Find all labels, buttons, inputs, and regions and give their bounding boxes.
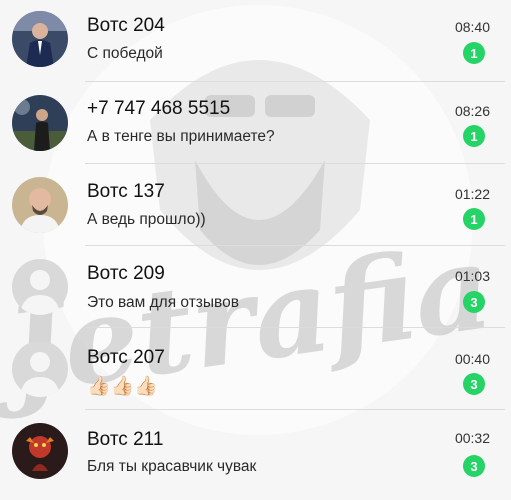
chat-time: 00:40 [454,351,490,367]
default-user-avatar[interactable] [12,259,68,315]
chat-preview: 👍🏻👍🏻👍🏻 [87,376,158,397]
unread-badge: 3 [463,373,485,395]
chat-preview: А в тенге вы принимаете? [87,128,275,145]
chat-preview: Это вам для отзывов [87,294,239,311]
red-character-avatar[interactable] [12,423,68,479]
chat-item[interactable]: Вотс 204 С победой 08:40 1 [0,0,505,82]
man-outdoors-avatar[interactable] [12,95,68,151]
chat-name: Вотс 211 [87,429,164,450]
chat-preview: Бля ты красавчик чувак [87,458,257,475]
chat-preview: С победой [87,45,163,62]
chat-name: Вотс 204 [87,15,165,36]
unread-badge: 1 [463,42,485,64]
chat-time: 01:22 [454,186,490,202]
bald-man-avatar[interactable] [12,177,68,233]
chat-time: 08:40 [454,19,490,35]
chat-time: 01:03 [454,268,490,284]
man-in-suit-avatar[interactable] [12,11,68,67]
chat-item[interactable]: Вотс 209 Это вам для отзывов 01:03 3 [0,246,505,328]
unread-badge: 3 [463,455,485,477]
chat-name: Вотс 209 [87,263,165,284]
chat-item[interactable]: Вотс 211 Бля ты красавчик чувак 00:32 3 [0,410,505,492]
chat-item[interactable]: Вотс 207 👍🏻👍🏻👍🏻 00:40 3 [0,328,505,410]
chat-name: Вотс 137 [87,181,165,202]
chat-item[interactable]: Вотс 137 А ведь прошло)) 01:22 1 [0,164,505,246]
chat-list: Вотс 204 С победой 08:40 1 +7 747 468 55… [0,0,511,500]
default-user-avatar[interactable] [12,341,68,397]
unread-badge: 1 [463,208,485,230]
unread-badge: 1 [463,125,485,147]
chat-preview: А ведь прошло)) [87,211,206,228]
chat-item[interactable]: +7 747 468 5515 А в тенге вы принимаете?… [0,82,505,164]
chat-time: 08:26 [454,103,490,119]
chat-name: Вотс 207 [87,347,165,368]
unread-badge: 3 [463,291,485,313]
chat-name: +7 747 468 5515 [87,98,231,119]
chat-time: 00:32 [454,430,490,446]
